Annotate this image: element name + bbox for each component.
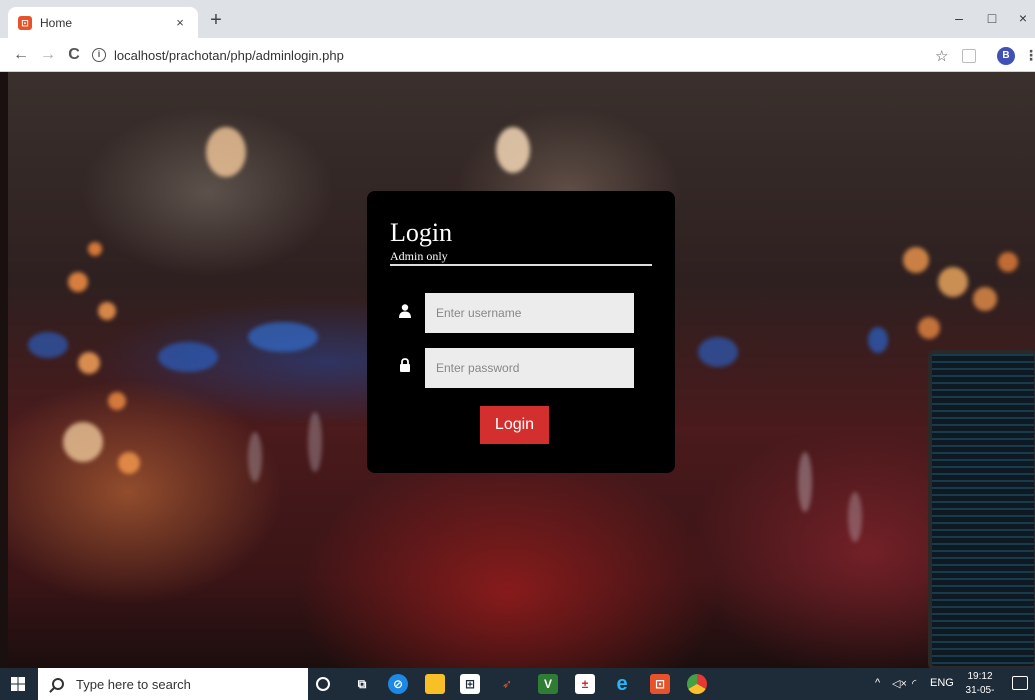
browser-icon[interactable]: ⊘: [388, 674, 408, 694]
url-field[interactable]: i localhost/prachotan/php/adminlogin.php: [92, 43, 912, 67]
store-icon[interactable]: ⊞: [460, 674, 480, 694]
minimize-button[interactable]: –: [944, 10, 974, 26]
wifi-icon[interactable]: ◜: [912, 677, 916, 690]
clock-date: 31-05-2020: [965, 685, 995, 700]
bokeh-light: [496, 127, 530, 173]
bokeh-light: [63, 422, 103, 462]
bokeh-light: [28, 332, 68, 358]
close-window-button[interactable]: ×: [1008, 10, 1035, 26]
bokeh-light: [308, 412, 322, 472]
profile-avatar[interactable]: B: [997, 47, 1015, 65]
clock-time: 19:12: [967, 671, 993, 682]
file-explorer-icon[interactable]: [425, 674, 445, 694]
bokeh-light: [868, 327, 888, 353]
bokeh-light: [798, 452, 812, 512]
volume-icon[interactable]: ◁×: [892, 677, 907, 690]
extension-icon[interactable]: [962, 49, 976, 63]
back-icon[interactable]: ←: [10, 44, 32, 66]
lock-icon: [400, 358, 410, 372]
login-subtitle: Admin only: [390, 249, 448, 263]
clock[interactable]: 19:12 31-05-2020: [958, 670, 1002, 700]
user-icon: [399, 304, 411, 318]
star-icon[interactable]: ☆: [935, 47, 948, 65]
login-title: Login: [390, 218, 453, 247]
title-divider: [390, 264, 652, 266]
edge-icon[interactable]: e: [612, 674, 632, 694]
bokeh-light: [248, 432, 262, 482]
search-icon: [52, 678, 64, 690]
taskbar-search[interactable]: Type here to search: [38, 668, 308, 700]
chrome-icon[interactable]: [687, 674, 707, 694]
app-icon-3[interactable]: ⊡: [650, 674, 670, 694]
laptop-image: [928, 350, 1035, 668]
bokeh-light: [206, 127, 246, 177]
favicon-icon: ⊡: [18, 15, 32, 30]
browser-tab[interactable]: ⊡ Home ×: [8, 7, 198, 38]
login-card: Login Admin only Login: [367, 191, 675, 473]
language-indicator[interactable]: ENG: [930, 677, 954, 689]
bokeh-light: [68, 272, 88, 292]
bokeh-light: [78, 352, 100, 374]
tab-title: Home: [40, 15, 73, 30]
bokeh-light: [918, 317, 940, 339]
taskbar-search-placeholder: Type here to search: [76, 676, 191, 692]
info-icon[interactable]: i: [92, 48, 106, 62]
bokeh-light: [848, 492, 862, 542]
bokeh-light: [158, 342, 218, 372]
forward-icon[interactable]: →: [37, 44, 59, 66]
username-field[interactable]: [425, 293, 634, 333]
bokeh-light: [88, 242, 102, 256]
windows-logo-icon: [11, 677, 25, 691]
kebab-menu-icon[interactable]: ⋮: [1024, 47, 1035, 64]
close-tab-icon[interactable]: ×: [172, 15, 188, 30]
browser-tab-bar: ⊡ Home × + – □ ×: [0, 0, 1035, 38]
address-bar: ← → C i localhost/prachotan/php/adminlog…: [0, 38, 1035, 72]
tray-expand-icon[interactable]: ^: [875, 677, 880, 689]
bokeh-light: [248, 322, 318, 352]
bokeh-light: [973, 287, 997, 311]
taskbar: Type here to search ⧉ ⊘ ⊞ ➶ V ± e ⊡ ^ ◁×…: [0, 668, 1035, 700]
password-field[interactable]: [425, 348, 634, 388]
app-icon[interactable]: ➶: [497, 674, 517, 694]
app-icon-2[interactable]: ±: [575, 674, 595, 694]
bokeh-light: [938, 267, 968, 297]
new-tab-button[interactable]: +: [205, 9, 227, 31]
notification-icon[interactable]: [1012, 676, 1028, 690]
task-view-icon[interactable]: ⧉: [352, 674, 372, 694]
bokeh-light: [698, 337, 738, 367]
bokeh-light: [108, 392, 126, 410]
restore-button[interactable]: □: [977, 10, 1007, 26]
bokeh-light: [118, 452, 140, 474]
bokeh-light: [903, 247, 929, 273]
visio-icon[interactable]: V: [538, 674, 558, 694]
bokeh-light: [98, 302, 116, 320]
reload-icon[interactable]: C: [63, 44, 85, 66]
url-text[interactable]: localhost/prachotan/php/adminlogin.php: [114, 48, 344, 63]
login-button[interactable]: Login: [480, 406, 549, 444]
windows-start-button[interactable]: [0, 668, 36, 700]
bokeh-light: [998, 252, 1018, 272]
cortana-icon[interactable]: [316, 677, 330, 691]
